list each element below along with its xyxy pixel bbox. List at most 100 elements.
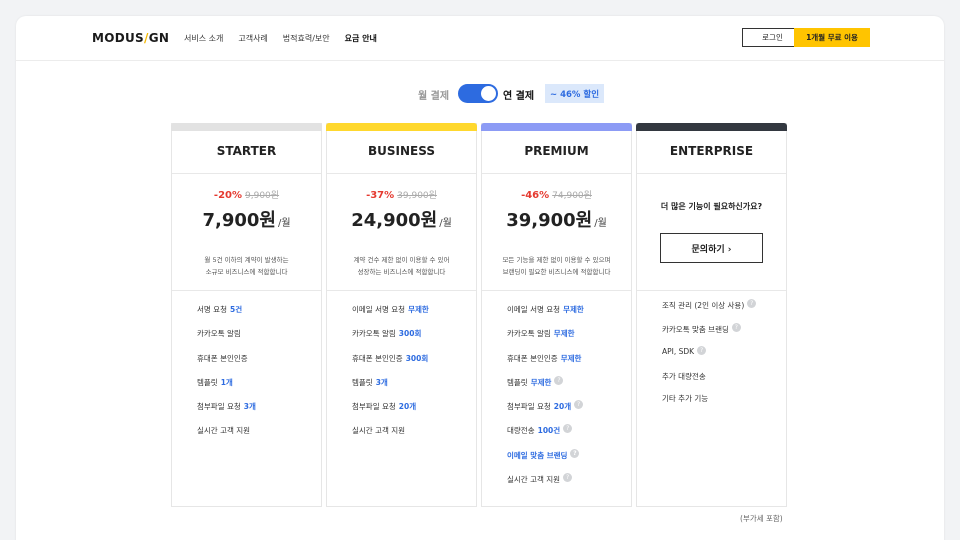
feature-item: 서명 요청 5건 [197, 304, 317, 328]
feature-value: 300회 [398, 329, 422, 339]
plan-card-business: BUSINESS -37% 39,900원 24,900원/월 계약 건수 제한 … [326, 123, 477, 507]
logo[interactable]: MODUS/GN [92, 31, 169, 45]
plan-cards: STARTER -20% 9,900원 7,900원/월 월 5건 이하의 계약이… [171, 123, 788, 507]
feature-value: 무제한 [553, 329, 575, 339]
feature-text: 대량전송 [507, 426, 535, 436]
divider [172, 290, 321, 291]
feature-item: 카카오톡 알림 [197, 328, 317, 352]
plan-name: ENTERPRISE [669, 144, 754, 158]
help-icon[interactable]: ? [570, 448, 580, 458]
help-icon[interactable]: ? [563, 473, 573, 483]
billing-switch[interactable] [458, 84, 498, 103]
feature-item: 카카오톡 맞춤 브랜딩? [662, 322, 782, 348]
plan-card-premium: PREMIUM -46% 74,900원 39,900원/월 모든 기능을 제한 … [481, 123, 632, 507]
feature-text: API, SDK [662, 347, 695, 356]
feature-item: 대량전송 100건? [507, 424, 627, 449]
yearly-label[interactable]: 연 결제 [503, 87, 534, 102]
price-value: 39,900원 [506, 210, 593, 231]
desc-line: 계약 건수 제한 없이 이용할 수 있어 [353, 256, 450, 264]
feature-text: 휴대폰 본인인증 [352, 353, 403, 363]
plan-card-starter: STARTER -20% 9,900원 7,900원/월 월 5건 이하의 계약이… [171, 123, 322, 507]
plan-description: 모든 기능을 제한 없이 이용할 수 있으며 브랜딩이 필요한 비즈니스에 적합합… [492, 254, 621, 278]
help-icon[interactable]: ? [731, 322, 741, 332]
plan-color-bar [636, 123, 787, 131]
feature-value: 1개 [220, 377, 233, 387]
feature-text: 조직 관리 (2인 이상 사용) [662, 301, 745, 310]
plan-price: 39,900원/월 [482, 206, 631, 232]
desc-line: 모든 기능을 제한 없이 이용할 수 있으며 [502, 256, 611, 264]
original-price: 74,900원 [552, 191, 592, 201]
feature-list: 서명 요청 5건 카카오톡 알림 휴대폰 본인인증 템플릿 1개 첨부파일 요청 3개… [197, 304, 317, 450]
discount-percent: -46% [521, 190, 550, 201]
feature-item: 조직 관리 (2인 이상 사용)? [662, 299, 782, 324]
feature-text: 추가 대량전송 [662, 371, 706, 381]
original-price: 39,900원 [397, 191, 437, 201]
feature-value: 20개 [398, 402, 417, 412]
feature-item: 이메일 서명 요청 무제한 [352, 304, 472, 328]
divider [172, 173, 321, 174]
feature-item: 첨부파일 요청 20개? [507, 400, 627, 425]
feature-text: 첨부파일 요청 [352, 402, 396, 412]
help-icon[interactable]: ? [747, 299, 757, 308]
feature-text: 실시간 고객 지원 [352, 426, 406, 436]
divider [482, 290, 631, 291]
help-icon[interactable]: ? [697, 346, 707, 355]
feature-text: 템플릿 [507, 377, 528, 387]
contact-button[interactable]: 문의하기 › [660, 233, 763, 263]
logo-text-2: GN [148, 31, 170, 45]
feature-value: 3개 [243, 402, 256, 412]
feature-item: 기타 추가 기능 [662, 393, 782, 415]
feature-text: 카카오톡 알림 [352, 329, 396, 339]
divider [482, 173, 631, 174]
feature-item: 이메일 맞춤 브랜딩? [507, 448, 627, 474]
price-unit: /월 [594, 218, 607, 229]
main-nav: 서비스 소개 고객사례 법적효력/보안 요금 안내 [184, 33, 392, 44]
feature-item: 첨부파일 요청 20개 [352, 401, 472, 425]
feature-text: 휴대폰 본인인증 [507, 353, 558, 363]
logo-text: MODUS [92, 31, 144, 45]
help-icon[interactable]: ? [554, 375, 564, 385]
help-icon[interactable]: ? [563, 424, 573, 434]
feature-text: 카카오톡 맞춤 브랜딩 [662, 324, 729, 334]
feature-text: 이메일 서명 요청 [507, 305, 561, 314]
monthly-label[interactable]: 월 결제 [418, 87, 449, 102]
feature-value: 20개 [553, 402, 572, 412]
plan-price: 24,900원/월 [327, 206, 476, 232]
feature-value: 5건 [229, 305, 243, 314]
nav-item-legal[interactable]: 법적효력/보안 [283, 33, 330, 44]
feature-item: 카카오톡 알림 300회 [352, 328, 472, 352]
free-trial-button[interactable]: 1개월 무료 이용 [794, 28, 870, 47]
enterprise-question: 더 많은 기능이 필요하신가요? [660, 202, 763, 211]
nav-item-cases[interactable]: 고객사례 [238, 33, 267, 44]
price-unit: /월 [439, 218, 452, 229]
feature-text: 템플릿 [197, 377, 218, 387]
plan-name: STARTER [216, 144, 277, 158]
discount-percent: -20% [213, 190, 243, 201]
feature-text: 휴대폰 본인인증 [197, 353, 248, 363]
plan-discount: -46% 74,900원 [482, 188, 631, 201]
plan-color-bar [326, 123, 477, 131]
plan-name: BUSINESS [368, 144, 435, 158]
original-price: 9,900원 [245, 191, 280, 201]
feature-value: 무제한 [563, 305, 584, 314]
plan-name: PREMIUM [524, 144, 589, 158]
plan-description: 월 5건 이하의 계약이 발생하는 소규모 비즈니스에 적합합니다 [182, 254, 311, 278]
feature-text: 실시간 고객 지원 [197, 426, 251, 436]
desc-line: 성장하는 비즈니스에 적합합니다 [357, 268, 446, 276]
feature-item: 실시간 고객 지원 [197, 425, 317, 449]
plan-card-enterprise: ENTERPRISE 더 많은 기능이 필요하신가요? 문의하기 › 조직 관리… [636, 123, 787, 507]
feature-item: 템플릿 1개 [197, 377, 317, 401]
desc-line: 소규모 비즈니스에 적합합니다 [205, 268, 288, 276]
feature-value: 300회 [405, 353, 429, 363]
feature-item: 휴대폰 본인인증 300회 [352, 353, 472, 377]
divider [637, 173, 786, 174]
feature-item: 카카오톡 알림 무제한 [507, 328, 627, 352]
switch-knob [481, 86, 496, 101]
feature-list: 이메일 서명 요청 무제한 카카오톡 알림 무제한 휴대폰 본인인증 무제한 템플릿 무… [507, 304, 627, 498]
nav-item-pricing[interactable]: 요금 안내 [345, 33, 377, 44]
price-unit: /월 [277, 218, 291, 229]
discount-percent: -37% [366, 190, 395, 201]
feature-text: 실시간 고객 지원 [507, 475, 561, 485]
nav-item-service[interactable]: 서비스 소개 [184, 33, 223, 44]
help-icon[interactable]: ? [574, 400, 584, 410]
